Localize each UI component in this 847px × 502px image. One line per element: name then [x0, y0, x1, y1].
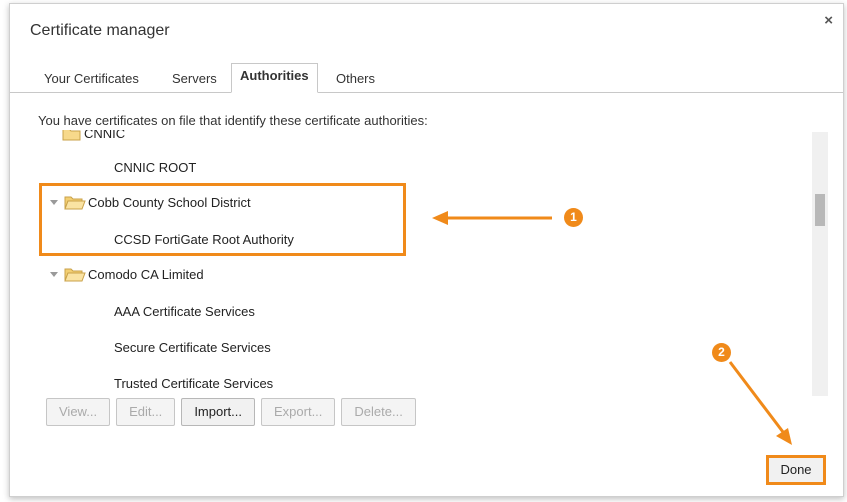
- tree-cert-item[interactable]: CNNIC ROOT: [114, 160, 196, 175]
- tree-group-cnnic[interactable]: CNNIC: [62, 130, 125, 141]
- tree-group-label: Comodo CA Limited: [88, 267, 204, 282]
- dialog-title: Certificate manager: [30, 22, 170, 39]
- edit-button[interactable]: Edit...: [116, 398, 176, 426]
- tree-scrollbar[interactable]: [812, 132, 828, 396]
- import-button[interactable]: Import...: [181, 398, 255, 426]
- folder-open-icon: [64, 268, 86, 282]
- tab-bar: Your Certificates Servers Authorities Ot…: [10, 62, 843, 93]
- view-button[interactable]: View...: [46, 398, 111, 426]
- callout-badge-2: 2: [712, 343, 731, 362]
- scrollbar-thumb[interactable]: [815, 194, 825, 226]
- done-button[interactable]: Done: [766, 455, 826, 485]
- callout-badge-1: 1: [564, 208, 583, 227]
- certificate-action-buttons: View... Edit... Import... Export... Dele…: [46, 398, 416, 426]
- delete-button[interactable]: Delete...: [341, 398, 416, 426]
- tree-group-label: CNNIC: [84, 130, 126, 141]
- authorities-description: You have certificates on file that ident…: [38, 113, 428, 128]
- tree-group-label: Cobb County School District: [88, 195, 251, 210]
- tree-group-cobb[interactable]: Cobb County School District: [50, 195, 251, 210]
- tab-authorities[interactable]: Authorities: [231, 63, 318, 93]
- tab-others[interactable]: Others: [328, 68, 383, 92]
- tree-cert-item[interactable]: Secure Certificate Services: [114, 340, 271, 355]
- tree-group-comodo[interactable]: Comodo CA Limited: [50, 267, 204, 282]
- export-button[interactable]: Export...: [261, 398, 336, 426]
- expand-triangle-icon[interactable]: [50, 200, 58, 205]
- folder-open-icon: [64, 196, 86, 210]
- expand-triangle-icon[interactable]: [50, 272, 58, 277]
- folder-icon: [62, 130, 81, 140]
- tree-cert-item[interactable]: AAA Certificate Services: [114, 304, 255, 319]
- tab-servers[interactable]: Servers: [164, 68, 225, 92]
- close-icon[interactable]: ×: [824, 12, 833, 29]
- tab-your-certificates[interactable]: Your Certificates: [36, 68, 147, 92]
- tree-cert-item[interactable]: Trusted Certificate Services: [114, 376, 273, 391]
- authorities-tree[interactable]: CNNIC CNNIC ROOT Cobb County School Dist…: [28, 130, 818, 398]
- tree-cert-item[interactable]: CCSD FortiGate Root Authority: [114, 232, 294, 247]
